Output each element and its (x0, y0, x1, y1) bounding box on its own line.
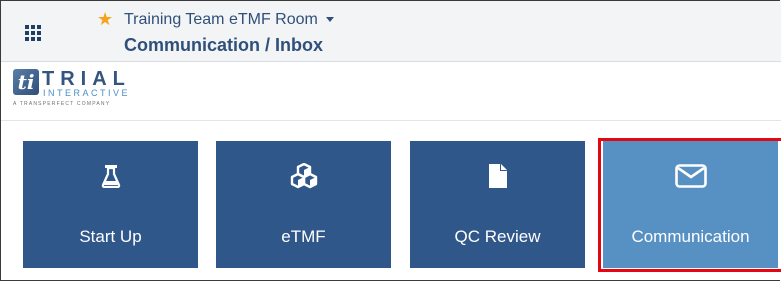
trial-interactive-logo: ti TRIAL INTERACTIVE A TRANSPERFECT COMP… (9, 65, 195, 115)
logo-text-trial: TRIAL (42, 68, 131, 90)
divider (1, 120, 781, 121)
tile-etmf[interactable]: eTMF (216, 141, 391, 268)
app-grid-icon[interactable] (25, 25, 41, 41)
tile-label: Communication (631, 227, 750, 246)
envelope-icon (603, 163, 778, 189)
tile-label: Start Up (79, 227, 142, 246)
flask-icon (23, 163, 198, 189)
page-title: Communication / Inbox (124, 35, 324, 55)
caret-down-icon (325, 17, 334, 23)
logo-tagline: A TRANSPERFECT COMPANY (13, 101, 111, 107)
tile-qc-review[interactable]: QC Review (410, 141, 585, 268)
document-icon (410, 163, 585, 189)
logo-mark-icon: ti (13, 69, 39, 95)
top-header: ★ Training Team eTMF Room Communication … (1, 1, 781, 62)
tile-start-up[interactable]: Start Up (23, 141, 198, 268)
tile-communication[interactable]: Communication (603, 141, 778, 268)
logo-text-interactive: INTERACTIVE (43, 88, 131, 98)
tile-label: eTMF (281, 227, 326, 246)
room-title: Training Team eTMF Room (124, 11, 318, 28)
cubes-icon (216, 163, 391, 189)
room-selector[interactable]: Training Team eTMF Room (124, 11, 334, 29)
star-icon[interactable]: ★ (97, 10, 113, 28)
tile-label: QC Review (454, 227, 541, 246)
